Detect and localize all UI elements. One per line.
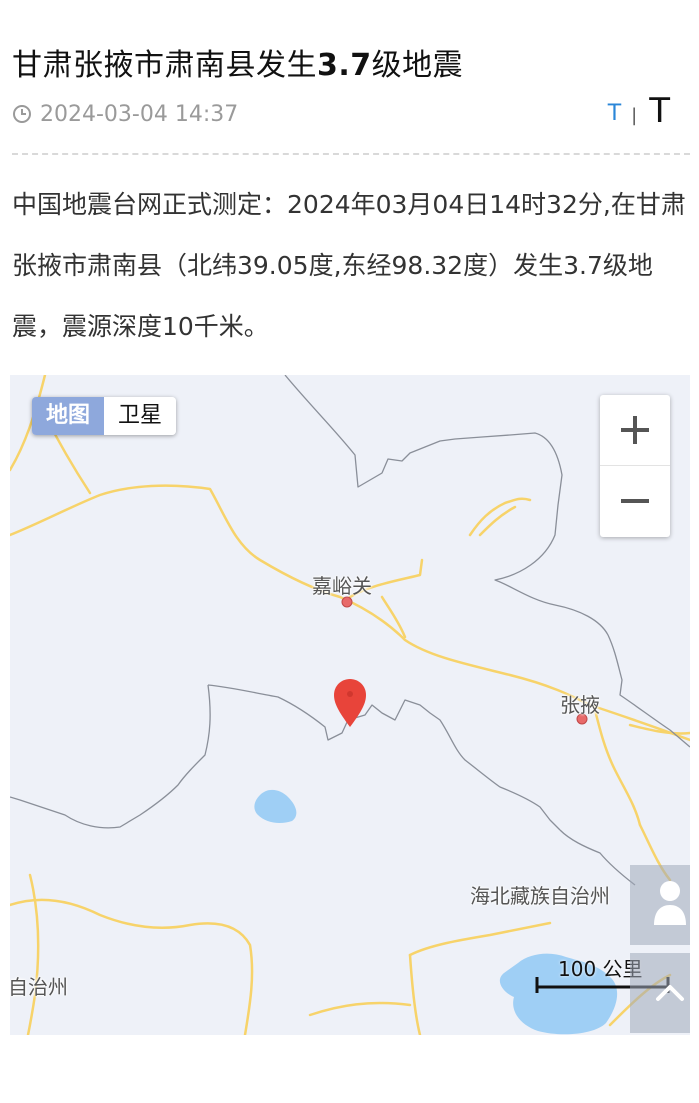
city-label-jiayuguan: 嘉峪关 (312, 574, 372, 598)
satellite-mode-button[interactable]: 卫星 (104, 397, 177, 435)
zoom-in-button[interactable] (600, 395, 670, 466)
zoom-control (600, 395, 670, 537)
clock-icon (13, 105, 31, 123)
title-magnitude: 3.7 (317, 48, 372, 83)
article-meta: 2024-03-04 14:37 T | T (12, 94, 690, 132)
map-mode-button[interactable]: 地图 (32, 397, 105, 435)
font-small-button[interactable]: T (608, 101, 621, 126)
scroll-top-button[interactable] (630, 953, 690, 1033)
city-label-zhangye: 张掖 (560, 693, 600, 717)
font-size-switcher: T | T (608, 94, 670, 128)
article-body: 中国地震台网正式测定：2024年03月04日14时32分,在甘肃张掖市肃南县（北… (12, 190, 686, 341)
location-pin-icon[interactable] (334, 679, 366, 727)
user-icon (654, 881, 686, 925)
chevron-up-icon (656, 985, 684, 1001)
zoom-out-button[interactable] (600, 466, 670, 536)
divider (12, 153, 690, 155)
region-label-haibei: 海北藏族自治州 (470, 884, 610, 908)
user-button[interactable] (630, 865, 690, 945)
title-prefix: 甘肃张掖市肃南县发生 (12, 48, 317, 83)
font-large-button[interactable]: T (649, 94, 670, 128)
region-label-left: 自治州 (10, 975, 68, 999)
lake-small (254, 789, 297, 823)
font-separator: | (631, 105, 638, 126)
minus-icon (621, 499, 649, 503)
article-title: 甘肃张掖市肃南县发生3.7级地震 (12, 44, 692, 88)
title-suffix: 级地震 (371, 48, 464, 83)
publish-datetime: 2024-03-04 14:37 (40, 101, 239, 127)
map-type-toggle: 地图 卫星 (32, 397, 177, 435)
map-view[interactable]: 地图 卫星 嘉峪关 张掖 海北藏族自治州 自治州 100 公里 (10, 375, 690, 1035)
